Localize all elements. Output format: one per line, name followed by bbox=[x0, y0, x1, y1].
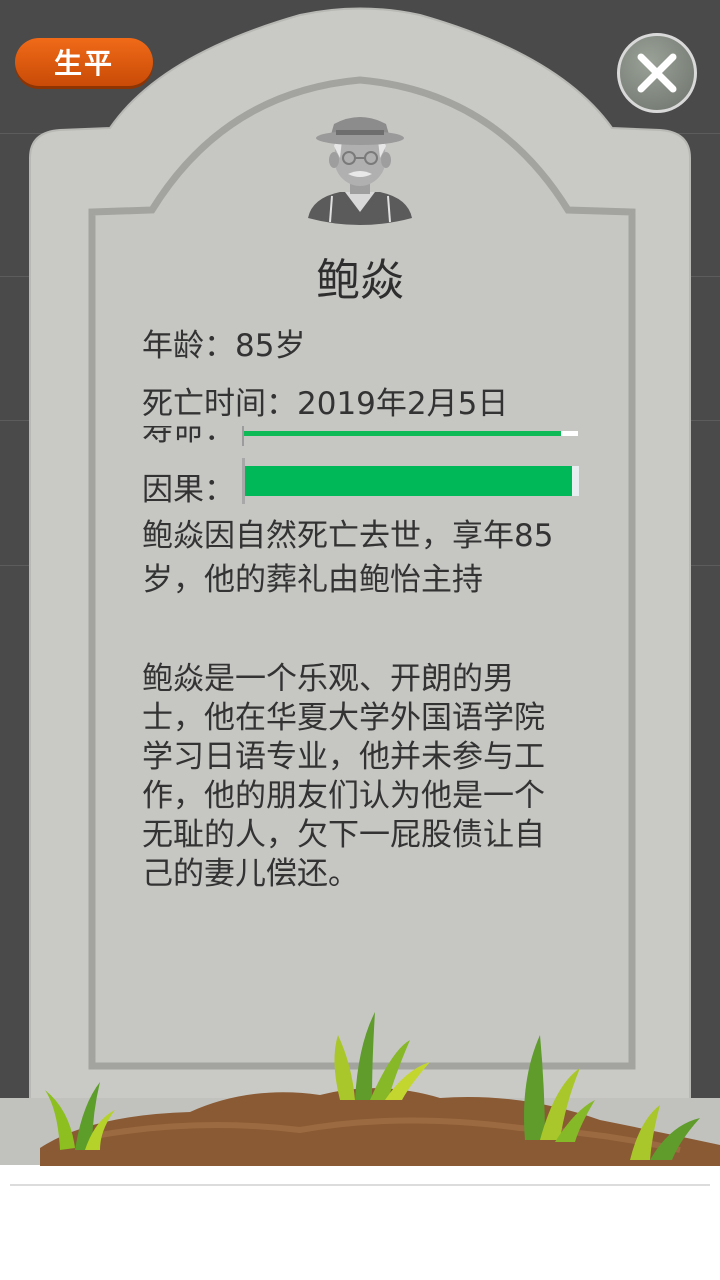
close-icon bbox=[637, 53, 677, 93]
karma-bar-marker bbox=[242, 458, 245, 504]
karma-row: 因果： bbox=[142, 458, 582, 508]
death-date-row: 死亡时间：2019年2月5日 bbox=[142, 378, 508, 423]
elderly-man-avatar bbox=[308, 117, 412, 225]
lifespan-label: 寿命： bbox=[142, 426, 235, 446]
karma-label: 因果： bbox=[142, 472, 235, 508]
close-button[interactable] bbox=[617, 33, 697, 113]
lifespan-bar bbox=[242, 431, 578, 436]
age-label: 年龄： bbox=[142, 328, 235, 364]
death-date-label: 死亡时间： bbox=[142, 386, 297, 422]
lifespan-bar-fill bbox=[242, 431, 562, 436]
death-date-value: 2019年2月5日 bbox=[297, 386, 509, 422]
age-value: 85岁 bbox=[235, 328, 306, 364]
lifespan-row: 寿命： bbox=[142, 426, 582, 446]
deceased-name: 鲍焱 bbox=[316, 255, 404, 306]
karma-bar-fill bbox=[243, 466, 573, 496]
age-row: 年龄：85岁 bbox=[142, 320, 305, 365]
life-story-button[interactable]: 生平 bbox=[15, 38, 153, 86]
karma-bar bbox=[243, 466, 579, 496]
biography: 鲍焱是一个乐观、开朗的男士，他在华夏大学外国语学院学习日语专业，他并未参与工作，… bbox=[142, 661, 545, 892]
lifespan-bar-marker bbox=[242, 426, 244, 446]
death-summary: 鲍焱因自然死亡去世，享年85岁，他的葬礼由鲍怡主持 bbox=[142, 518, 554, 598]
